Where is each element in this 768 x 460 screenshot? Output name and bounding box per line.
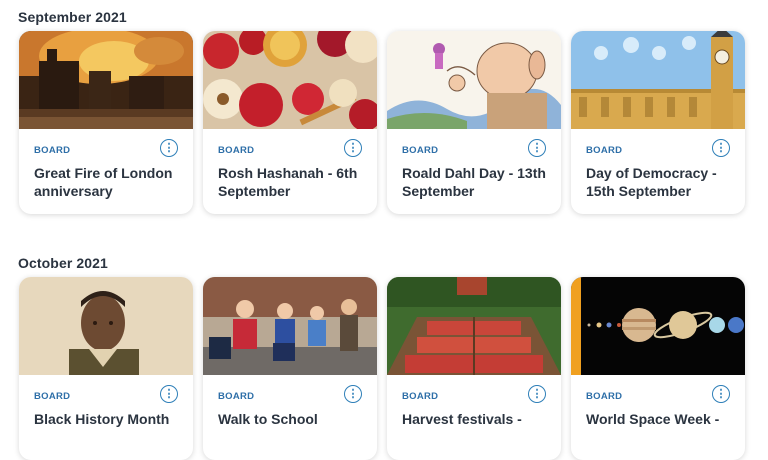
apples-honey-image <box>203 31 377 129</box>
card-type-label: BOARD <box>586 145 623 156</box>
board-card[interactable]: BOARD ⋮ Black History Month <box>19 277 193 460</box>
more-vertical-icon: ⋮ <box>163 387 175 400</box>
apple-crates-image <box>387 277 561 375</box>
bfg-image <box>387 31 561 129</box>
card-title[interactable]: Great Fire of London anniversary <box>34 164 184 200</box>
card-type-label: BOARD <box>34 391 71 402</box>
card-type-label: BOARD <box>34 145 71 156</box>
more-vertical-icon: ⋮ <box>163 141 175 154</box>
more-options-button[interactable]: ⋮ <box>528 139 546 157</box>
card-image[interactable] <box>571 31 745 129</box>
card-image[interactable] <box>19 31 193 129</box>
board-card[interactable]: BOARD ⋮ Walk to School <box>203 277 377 460</box>
more-options-button[interactable]: ⋮ <box>712 385 730 403</box>
more-vertical-icon: ⋮ <box>715 141 727 154</box>
card-image[interactable] <box>203 31 377 129</box>
more-options-button[interactable]: ⋮ <box>344 385 362 403</box>
great-fire-image <box>19 31 193 129</box>
board-card[interactable]: BOARD ⋮ Rosh Hashanah - 6th September <box>203 31 377 214</box>
card-image[interactable] <box>203 277 377 375</box>
more-vertical-icon: ⋮ <box>347 141 359 154</box>
more-vertical-icon: ⋮ <box>531 387 543 400</box>
card-type-label: BOARD <box>586 391 623 402</box>
card-title[interactable]: Roald Dahl Day - 13th September <box>402 164 552 200</box>
card-type-label: BOARD <box>402 391 439 402</box>
more-vertical-icon: ⋮ <box>531 141 543 154</box>
soldier-portrait-image <box>19 277 193 375</box>
card-title[interactable]: World Space Week - <box>586 410 736 428</box>
card-image[interactable] <box>19 277 193 375</box>
card-type-label: BOARD <box>218 145 255 156</box>
more-options-button[interactable]: ⋮ <box>160 139 178 157</box>
board-card[interactable]: BOARD ⋮ Day of Democracy - 15th Septembe… <box>571 31 745 214</box>
section-title: September 2021 <box>18 9 127 25</box>
parliament-image <box>571 31 745 129</box>
card-image[interactable] <box>387 277 561 375</box>
card-image[interactable] <box>571 277 745 375</box>
card-title[interactable]: Day of Democracy - 15th September <box>586 164 736 200</box>
children-walking-image <box>203 277 377 375</box>
card-type-label: BOARD <box>402 145 439 156</box>
more-options-button[interactable]: ⋮ <box>712 139 730 157</box>
card-title[interactable]: Harvest festivals - <box>402 410 552 428</box>
board-card[interactable]: BOARD ⋮ World Space Week - <box>571 277 745 460</box>
board-card[interactable]: BOARD ⋮ Great Fire of London anniversary <box>19 31 193 214</box>
more-options-button[interactable]: ⋮ <box>344 139 362 157</box>
more-options-button[interactable]: ⋮ <box>528 385 546 403</box>
card-type-label: BOARD <box>218 391 255 402</box>
section-title: October 2021 <box>18 255 108 271</box>
card-title[interactable]: Rosh Hashanah - 6th September <box>218 164 368 200</box>
card-title[interactable]: Black History Month <box>34 410 184 428</box>
board-card[interactable]: BOARD ⋮ Roald Dahl Day - 13th September <box>387 31 561 214</box>
more-options-button[interactable]: ⋮ <box>160 385 178 403</box>
card-title[interactable]: Walk to School <box>218 410 368 428</box>
more-vertical-icon: ⋮ <box>347 387 359 400</box>
board-card[interactable]: BOARD ⋮ Harvest festivals - <box>387 277 561 460</box>
solar-system-image <box>571 277 745 375</box>
more-vertical-icon: ⋮ <box>715 387 727 400</box>
card-image[interactable] <box>387 31 561 129</box>
